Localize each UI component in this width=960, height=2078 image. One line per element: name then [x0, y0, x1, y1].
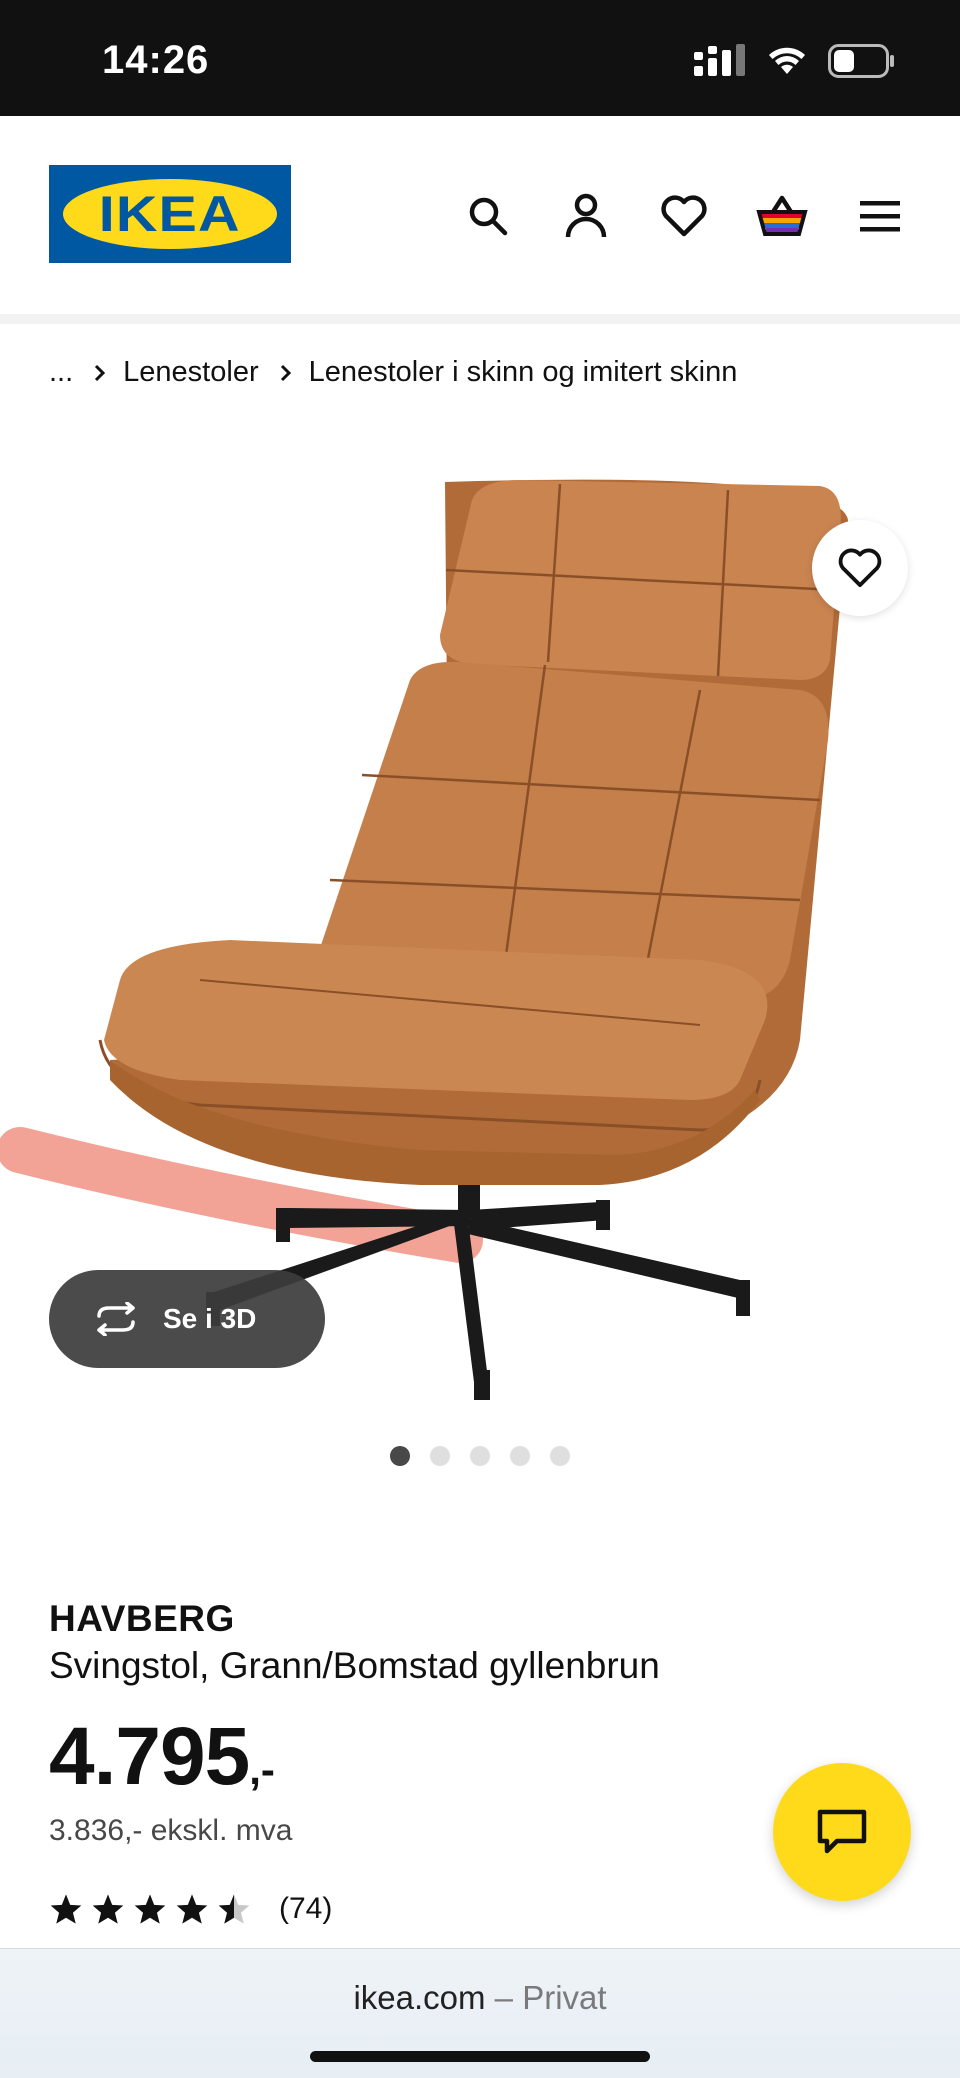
chevron-right-icon	[279, 363, 293, 383]
site-header: IKEA	[0, 116, 960, 314]
breadcrumb-item-lenestoler[interactable]: Lenestoler	[123, 356, 258, 389]
pagination-dot[interactable]	[430, 1446, 450, 1466]
star-icon	[50, 1894, 82, 1924]
home-indicator[interactable]	[310, 2051, 650, 2062]
url-domain: ikea.com	[353, 1979, 486, 2016]
rating-stars	[49, 1893, 251, 1925]
chat-bubble-icon	[817, 1809, 867, 1854]
product-name: HAVBERG	[49, 1598, 235, 1639]
url-separator: –	[485, 1979, 523, 2016]
cart-button[interactable]	[754, 188, 810, 244]
browser-address-bar[interactable]: ikea.com – Privat	[0, 1948, 960, 2078]
account-button[interactable]	[558, 188, 614, 244]
star-icon	[92, 1894, 124, 1924]
price-main: 4.795	[49, 1711, 250, 1802]
price-excluding-vat: 3.836,- ekskl. mva	[49, 1814, 293, 1847]
view-in-3d-label: Se i 3D	[163, 1303, 257, 1334]
chevron-right-icon	[93, 363, 107, 383]
star-half-icon	[218, 1894, 250, 1924]
account-icon	[565, 193, 607, 238]
rotate-3d-icon	[97, 1302, 135, 1336]
status-time: 14:26	[102, 38, 210, 82]
heart-icon	[838, 548, 882, 588]
wifi-icon	[769, 47, 805, 74]
ikea-logo[interactable]: IKEA	[49, 165, 291, 263]
gallery-pagination	[0, 1446, 960, 1466]
favourites-icon	[661, 195, 707, 237]
breadcrumb: ... Lenestoler Lenestoler i skinn og imi…	[49, 356, 737, 389]
product-description: Svingstol, Grann/Bomstad gyllenbrun	[49, 1645, 660, 1686]
breadcrumb-ellipsis[interactable]: ...	[49, 356, 73, 389]
header-divider	[0, 314, 960, 324]
address-text: ikea.com – Privat	[0, 1979, 960, 2017]
product-gallery[interactable]: Se i 3D	[0, 440, 960, 1400]
menu-icon	[860, 201, 900, 232]
pagination-dot[interactable]	[390, 1446, 410, 1466]
star-icon	[176, 1894, 208, 1924]
view-in-3d-button[interactable]: Se i 3D	[49, 1270, 325, 1368]
price-suffix: ,-	[249, 1746, 275, 1793]
pagination-dot[interactable]	[510, 1446, 530, 1466]
pagination-dot[interactable]	[470, 1446, 490, 1466]
status-icons	[694, 44, 896, 78]
add-to-favourites-button[interactable]	[812, 520, 908, 616]
product-price: 4.795 ,-	[49, 1710, 275, 1804]
pagination-dot[interactable]	[550, 1446, 570, 1466]
search-icon	[469, 197, 508, 236]
breadcrumb-item-lenestoler-skinn[interactable]: Lenestoler i skinn og imitert skinn	[309, 356, 738, 389]
private-mode-label: Privat	[522, 1979, 607, 2016]
star-icon	[134, 1894, 166, 1924]
product-rating[interactable]: (74)	[49, 1892, 332, 1926]
chat-button[interactable]	[773, 1763, 911, 1901]
status-bar: 14:26	[0, 0, 960, 116]
search-button[interactable]	[460, 188, 516, 244]
favourites-button[interactable]	[656, 188, 712, 244]
menu-button[interactable]	[852, 188, 908, 244]
logo-text: IKEA	[99, 186, 241, 242]
cellular-signal-icon	[694, 44, 745, 76]
battery-icon	[828, 44, 894, 78]
logo-oval: IKEA	[63, 179, 277, 249]
header-actions	[460, 188, 908, 244]
review-count: (74)	[279, 1892, 333, 1925]
cart-icon	[756, 195, 808, 236]
